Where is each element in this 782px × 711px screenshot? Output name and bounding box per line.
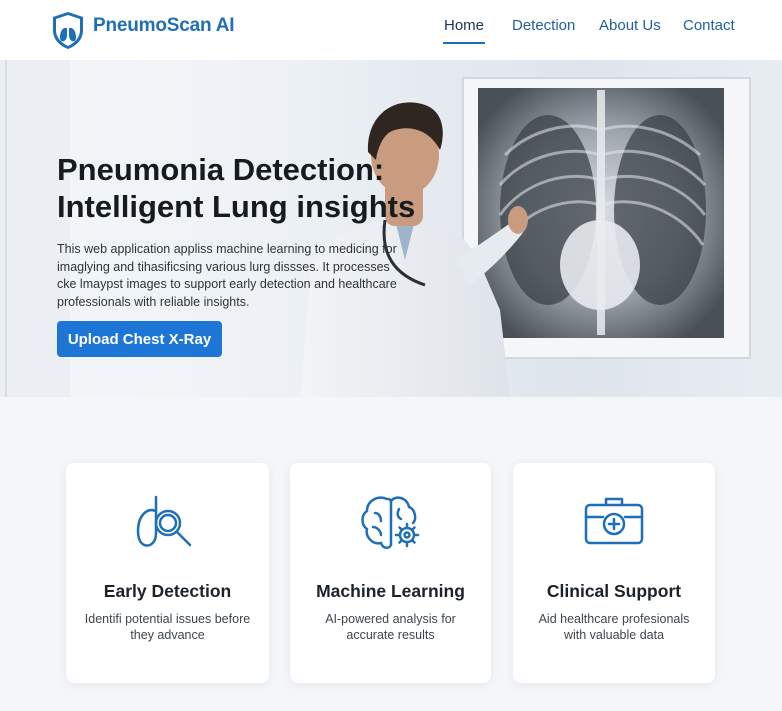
feature-card-early-detection: Early Detection Identifi potential issue…	[66, 463, 269, 683]
hero-title-line2: Intelligent Lung insights	[57, 189, 416, 224]
feature-card-machine-learning: Machine Learning AI-powered analysis for…	[290, 463, 491, 683]
hero-title-line1: Pneumonia Detection:	[57, 152, 385, 187]
feature-text: Aid healthcare profesionals with valuabl…	[538, 612, 690, 642]
feature-title: Machine Learning	[316, 581, 465, 601]
upload-xray-button[interactable]: Upload Chest X-Ray	[57, 321, 222, 357]
medical-kit-icon	[584, 497, 644, 545]
hero-description: This web application appliss machine lea…	[57, 242, 397, 309]
nav-about-us[interactable]: About Us	[599, 17, 661, 34]
site-header: PneumoScan AI Home Detection About Us Co…	[0, 0, 782, 60]
hero-title: Pneumonia Detection: Intelligent Lung in…	[57, 151, 437, 225]
feature-text: AI-powered analysis for accurate results	[325, 612, 456, 642]
brain-gear-icon	[360, 496, 419, 549]
nav-active-indicator	[443, 42, 485, 44]
hero-section: Pneumonia Detection: Intelligent Lung in…	[0, 60, 782, 397]
nav-contact[interactable]: Contact	[683, 17, 735, 34]
nav-home[interactable]: Home	[444, 17, 484, 34]
feature-text: Identifi potential issues before they ad…	[84, 612, 251, 642]
nav-detection[interactable]: Detection	[512, 17, 575, 34]
feature-card-clinical-support: Clinical Support Aid healthcare profesio…	[513, 463, 715, 683]
feature-title: Clinical Support	[546, 581, 682, 601]
feature-title: Early Detection	[103, 581, 232, 601]
lung-magnifier-icon	[136, 495, 191, 547]
lung-shield-icon[interactable]	[50, 10, 86, 50]
brand-name[interactable]: PneumoScan AI	[93, 15, 235, 37]
